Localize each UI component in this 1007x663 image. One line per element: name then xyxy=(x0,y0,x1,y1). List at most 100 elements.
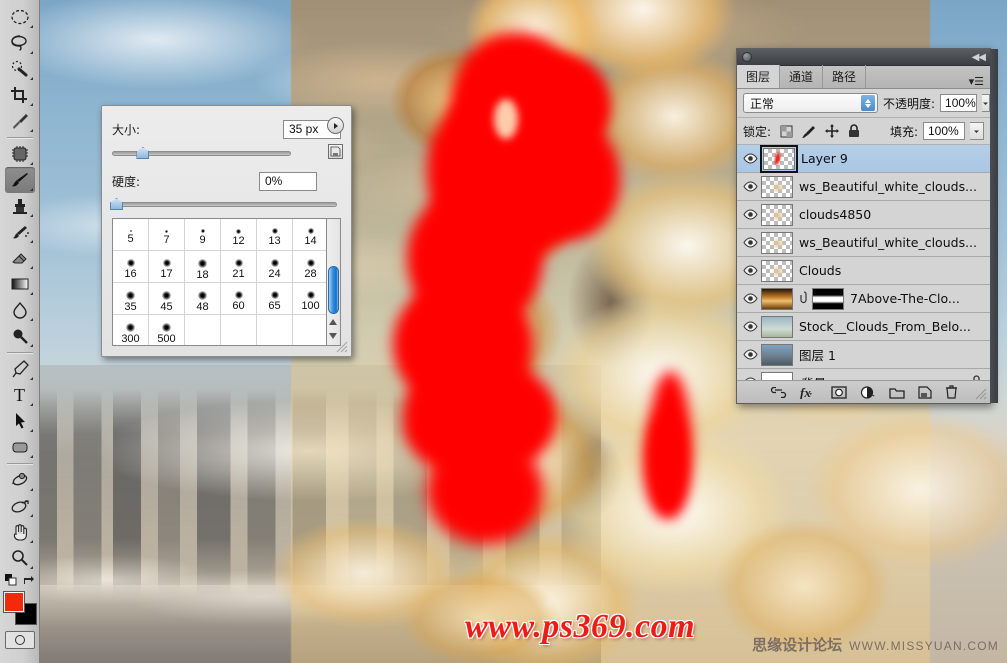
layer-row[interactable]: Stock__Clouds_From_Belo... xyxy=(737,313,990,341)
brush-grid-scrollbar[interactable] xyxy=(326,218,341,346)
brush-tool[interactable] xyxy=(4,167,35,193)
brush-preset-cell[interactable]: 45 xyxy=(149,283,185,315)
layer-visibility-eye-icon[interactable] xyxy=(739,237,761,248)
brush-preset-grid[interactable]: 5 7 9 12 13 14 16 17 18 21 24 28 35 45 48 60 65 100 300 500 xyxy=(113,219,327,345)
new-layer-icon[interactable] xyxy=(917,385,932,399)
brush-preset-cell[interactable]: 14 xyxy=(293,219,327,251)
layer-thumbnail[interactable] xyxy=(761,175,793,198)
scroll-down-arrow-icon[interactable] xyxy=(329,333,337,339)
brush-preset-cell[interactable]: 9 xyxy=(185,219,221,251)
foreground-color-swatch[interactable] xyxy=(2,591,25,613)
collapse-panel-icon[interactable]: ◀◀ xyxy=(972,52,986,63)
layers-panel-titlebar[interactable]: ◀◀ xyxy=(737,49,990,66)
tab-channels[interactable]: 通道 xyxy=(780,65,824,88)
link-layers-icon[interactable] xyxy=(770,386,787,398)
layer-visibility-eye-icon[interactable] xyxy=(739,181,761,192)
brush-preset-cell[interactable]: 300 xyxy=(113,315,149,345)
eraser-tool[interactable] xyxy=(5,245,35,271)
brush-preset-cell[interactable]: 13 xyxy=(257,219,293,251)
slider-thumb[interactable] xyxy=(136,147,150,159)
hand-tool[interactable] xyxy=(5,519,35,545)
layer-thumbnail[interactable] xyxy=(761,287,793,310)
brush-preset-cell[interactable]: 100 xyxy=(293,283,327,315)
brush-preset-cell[interactable]: 5 xyxy=(113,219,149,251)
brush-hardness-slider[interactable] xyxy=(110,197,337,211)
layer-visibility-eye-icon[interactable] xyxy=(739,209,761,220)
layer-row[interactable]: ws_Beautiful_white_clouds... xyxy=(737,229,990,257)
crop-tool[interactable] xyxy=(5,82,35,108)
fill-input[interactable]: 100% xyxy=(923,122,965,140)
tools-panel[interactable]: T xyxy=(0,0,40,663)
layer-thumbnail[interactable] xyxy=(761,343,793,366)
gradient-tool[interactable] xyxy=(5,271,35,297)
layers-panel-footer[interactable]: fx xyxy=(737,380,990,403)
layer-mask-thumbnail[interactable] xyxy=(812,287,844,310)
3d-object-rotate-tool[interactable] xyxy=(5,467,35,493)
quick-selection-tool[interactable] xyxy=(5,56,35,82)
brush-preset-cell[interactable]: 16 xyxy=(113,251,149,283)
brush-preset-cell[interactable]: 21 xyxy=(221,251,257,283)
layer-list[interactable]: Layer 9 ws_Beautiful_white_clouds... cloud… xyxy=(737,144,990,397)
default-colors-icon[interactable] xyxy=(4,574,17,586)
brush-hardness-input[interactable]: 0% xyxy=(259,171,317,191)
tab-paths[interactable]: 路径 xyxy=(823,65,867,88)
adjustment-layer-icon[interactable] xyxy=(860,385,876,399)
layer-visibility-eye-icon[interactable] xyxy=(739,349,761,360)
clone-stamp-tool[interactable] xyxy=(5,193,35,219)
brush-preset-cell[interactable]: 35 xyxy=(113,283,149,315)
close-panel-button[interactable] xyxy=(742,52,752,62)
path-selection-tool[interactable] xyxy=(5,408,35,434)
type-tool[interactable]: T xyxy=(5,382,35,408)
mask-link-icon[interactable] xyxy=(799,290,808,307)
eyedropper-tool[interactable] xyxy=(5,108,35,134)
layers-panel-tabs[interactable]: 图层 通道 路径 ▾☰ xyxy=(737,65,990,89)
resize-grip-icon[interactable] xyxy=(336,341,348,353)
opacity-stepper[interactable] xyxy=(981,94,990,112)
brush-preset-cell[interactable]: 7 xyxy=(149,219,185,251)
blur-tool[interactable] xyxy=(5,297,35,323)
lock-buttons[interactable] xyxy=(780,124,860,138)
rectangular-marquee-tool[interactable] xyxy=(5,4,35,30)
zoom-tool[interactable] xyxy=(5,545,35,571)
brush-preset-cell[interactable]: 65 xyxy=(257,283,293,315)
layer-thumbnail[interactable] xyxy=(760,144,798,173)
pen-tool[interactable] xyxy=(5,356,35,382)
brush-preset-cell[interactable]: 17 xyxy=(149,251,185,283)
color-controls-row[interactable] xyxy=(4,573,35,587)
quick-mask-toggle-button[interactable] xyxy=(4,631,35,649)
layer-visibility-eye-icon[interactable] xyxy=(739,321,761,332)
spot-healing-brush-tool[interactable] xyxy=(5,141,35,167)
layer-thumbnail[interactable] xyxy=(761,259,793,282)
layer-row[interactable]: ws_Beautiful_white_clouds... xyxy=(737,173,990,201)
layer-row[interactable]: 7Above-The-Clo... xyxy=(737,285,990,313)
lock-position-icon[interactable] xyxy=(825,124,840,138)
layer-row[interactable]: 图层 1 xyxy=(737,341,990,369)
layer-row[interactable]: Layer 9 xyxy=(737,144,990,173)
brush-preset-cell[interactable]: 18 xyxy=(185,251,221,283)
tab-layers[interactable]: 图层 xyxy=(737,65,781,88)
lasso-tool[interactable] xyxy=(5,30,35,56)
new-group-icon[interactable] xyxy=(888,386,905,399)
dodge-tool[interactable] xyxy=(5,323,35,349)
brush-preset-cell[interactable]: 500 xyxy=(149,315,185,345)
delete-layer-icon[interactable] xyxy=(945,385,958,399)
brush-preset-cell[interactable]: 12 xyxy=(221,219,257,251)
lock-image-pixels-icon[interactable] xyxy=(802,125,816,138)
3d-camera-rotate-tool[interactable] xyxy=(5,493,35,519)
blend-mode-select[interactable]: 正常 xyxy=(743,93,878,113)
history-brush-tool[interactable] xyxy=(5,219,35,245)
brush-size-slider[interactable] xyxy=(112,146,291,160)
rounded-rectangle-tool[interactable] xyxy=(5,434,35,460)
layer-style-fx-icon[interactable]: fx xyxy=(800,386,818,399)
color-swatches[interactable] xyxy=(2,591,37,625)
new-brush-preset-button[interactable] xyxy=(328,144,343,159)
fill-stepper[interactable] xyxy=(970,122,984,140)
brush-preset-cell[interactable]: 24 xyxy=(257,251,293,283)
brush-preset-cell[interactable]: 28 xyxy=(293,251,327,283)
layer-visibility-eye-icon[interactable] xyxy=(739,293,761,304)
layer-visibility-eye-icon[interactable] xyxy=(739,153,761,164)
slider-thumb[interactable] xyxy=(110,198,123,210)
lock-all-icon[interactable] xyxy=(848,124,860,138)
resize-grip-icon[interactable] xyxy=(975,388,987,400)
brush-preset-cell[interactable]: 48 xyxy=(185,283,221,315)
